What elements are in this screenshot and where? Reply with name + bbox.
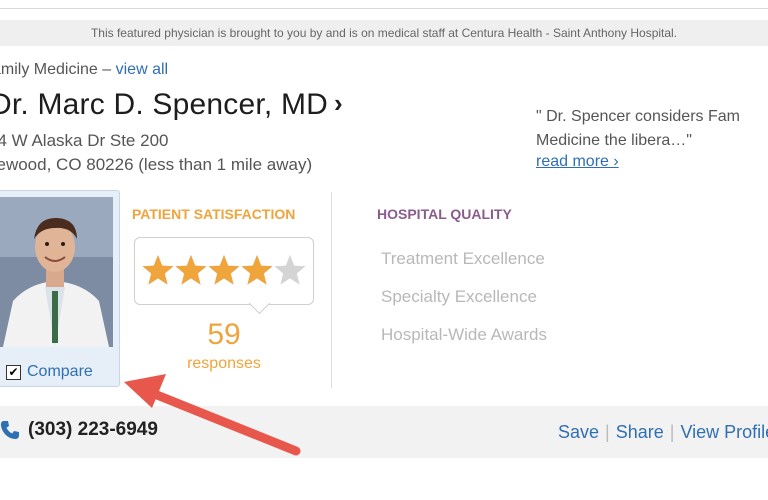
arrow-icon xyxy=(124,374,301,456)
